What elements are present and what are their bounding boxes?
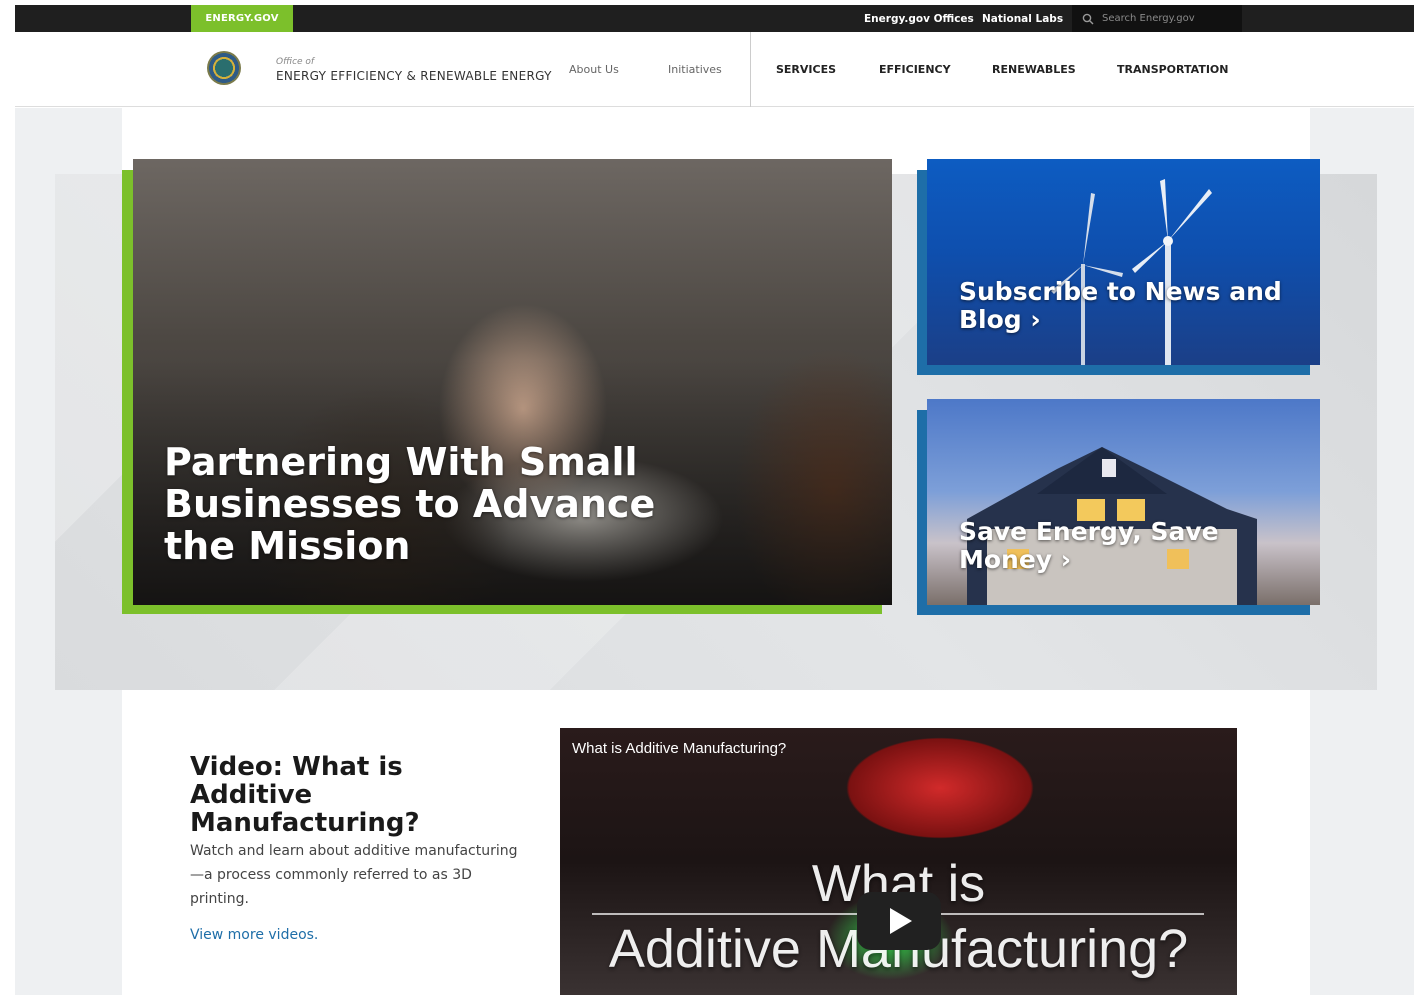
nav-about-us[interactable]: About Us — [569, 63, 619, 76]
wind-turbine-image — [1051, 179, 1212, 365]
office-name-link[interactable]: ENERGY EFFICIENCY & RENEWABLE ENERGY — [276, 69, 552, 83]
nav-renewables[interactable]: RENEWABLES — [992, 63, 1076, 76]
search-box — [1072, 5, 1242, 32]
office-of-label: Office of — [276, 57, 315, 67]
nav-divider — [750, 32, 751, 107]
national-labs-link[interactable]: National Labs — [982, 5, 1063, 32]
view-more-videos-link[interactable]: View more videos. — [190, 927, 318, 943]
nav-efficiency[interactable]: EFFICIENCY — [879, 63, 951, 76]
video-title[interactable]: What is Additive Manufacturing? — [572, 740, 786, 757]
search-input[interactable] — [1102, 13, 1232, 24]
house-image — [967, 447, 1257, 605]
nav-initiatives[interactable]: Initiatives — [668, 63, 722, 76]
subscribe-card-image[interactable] — [927, 159, 1320, 365]
search-icon[interactable] — [1082, 13, 1094, 25]
video-section-description: Watch and learn about additive manufactu… — [190, 843, 518, 907]
save-energy-card-title[interactable]: Save Energy, Save Money › — [959, 518, 1259, 574]
nav-transportation[interactable]: TRANSPORTATION — [1117, 63, 1228, 76]
video-section-heading: Video: What is Additive Manufacturing? — [190, 752, 420, 838]
video-player[interactable]: What is Additive Manufacturing? What is … — [560, 728, 1237, 995]
nav-services[interactable]: SERVICES — [776, 63, 836, 76]
utility-bar: ENERGY.GOV Energy.gov Offices National L… — [15, 5, 1414, 32]
energy-gov-home-link[interactable]: ENERGY.GOV — [191, 5, 293, 32]
main-feature-title[interactable]: Partnering With Small Businesses to Adva… — [164, 441, 724, 567]
page: ENERGY.GOV Energy.gov Offices National L… — [0, 0, 1414, 995]
doe-seal-logo[interactable] — [207, 51, 241, 85]
site-header: Office of ENERGY EFFICIENCY & RENEWABLE … — [15, 32, 1414, 107]
play-button-icon[interactable] — [857, 892, 941, 950]
subscribe-card-title[interactable]: Subscribe to News and Blog › — [959, 278, 1289, 334]
energy-gov-offices-link[interactable]: Energy.gov Offices — [864, 5, 974, 32]
save-energy-card-image[interactable] — [927, 399, 1320, 605]
